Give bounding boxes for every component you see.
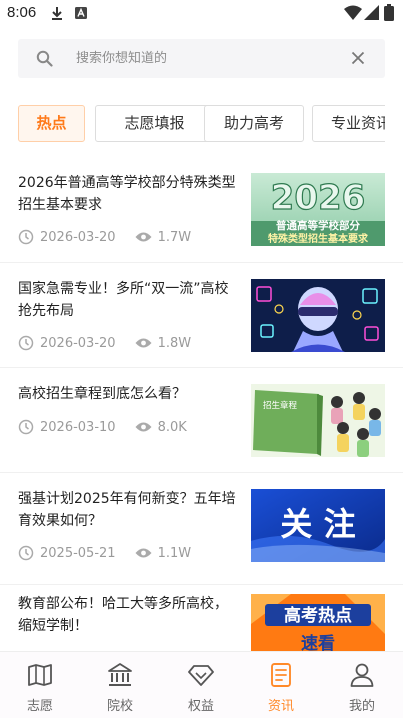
search-icon: [36, 50, 53, 67]
nav-label: 院校: [106, 699, 133, 714]
eye-icon: [135, 338, 152, 348]
thumb-line2: 特殊类型招生基本要求: [268, 232, 369, 245]
clock-icon: [18, 545, 34, 561]
news-views: 1.7W: [157, 229, 192, 245]
eye-icon: [135, 232, 152, 242]
attention-banner-image: 关 注: [251, 489, 385, 562]
search-bar[interactable]: [18, 39, 385, 78]
wifi-icon: [344, 5, 362, 20]
status-bar: 8:06: [0, 0, 403, 26]
thumb-attention-text: 关 注: [280, 505, 355, 543]
news-date: 2026-03-20: [40, 229, 116, 245]
eye-icon: [135, 422, 152, 432]
clock-icon: [18, 419, 34, 435]
thumb-hot-title: 高考热点: [284, 605, 352, 626]
eye-icon: [135, 548, 152, 558]
bottom-navigation: 志愿 院校 权益 资讯 我的: [0, 651, 403, 718]
news-item[interactable]: 国家急需专业！多所“双一流”高校抢先布局 2026-03-20 1.8W: [0, 263, 403, 368]
news-views: 1.1W: [157, 545, 192, 561]
nav-news[interactable]: 资讯: [241, 652, 321, 718]
book-label: 招生章程: [263, 400, 298, 411]
nav-profile[interactable]: 我的: [322, 652, 402, 718]
ai-robot-image: [251, 279, 385, 352]
book-map-icon: [28, 664, 52, 686]
nav-label: 权益: [187, 699, 214, 714]
category-tabs: 热点 志愿填报 助力高考 专业资讯: [18, 105, 385, 142]
news-title: 高校招生章程到底怎么看？: [18, 386, 186, 402]
news-title: 强基计划2025年有何新变？五年培育效果如何？: [18, 491, 236, 529]
news-thumbnail: 2026 普通高等学校部分 特殊类型招生基本要求: [251, 173, 385, 246]
search-input[interactable]: [76, 39, 336, 78]
news-views: 1.8W: [157, 335, 192, 351]
news-title: 教育部公布！哈工大等多所高校，缩短学制！: [18, 596, 228, 634]
nav-volunteer[interactable]: 志愿: [0, 652, 80, 718]
news-date: 2026-03-10: [40, 419, 116, 435]
tab-major-news[interactable]: 专业资讯: [312, 105, 385, 142]
nav-label: 我的: [348, 699, 375, 714]
news-meta: 2026-03-20 1.8W: [18, 334, 191, 352]
news-item[interactable]: 2026年普通高等学校部分特殊类型招生基本要求 2026-03-20 1.7W: [0, 158, 403, 263]
thumb-year: 2026: [271, 178, 366, 218]
download-icon: [52, 7, 62, 20]
close-icon[interactable]: [351, 51, 365, 65]
app-notification-icon: [75, 7, 87, 19]
news-title: 国家急需专业！多所“双一流”高校抢先布局: [18, 281, 229, 319]
user-icon: [350, 663, 374, 687]
news-meta: 2025-05-21 1.1W: [18, 544, 191, 562]
admission-book-image: 招生章程: [251, 384, 385, 457]
battery-icon: [384, 4, 394, 21]
news-item[interactable]: 高校招生章程到底怎么看？ 2026-03-10 8.0K 招生章程: [0, 368, 403, 473]
tab-hot[interactable]: 热点: [18, 105, 85, 142]
diamond-icon: [188, 665, 214, 686]
news-date: 2026-03-20: [40, 335, 116, 351]
app-screen: 8:06 热点 志愿填报 助力高: [0, 0, 403, 718]
nav-label: 资讯: [267, 699, 294, 714]
news-title: 2026年普通高等学校部分特殊类型招生基本要求: [18, 175, 236, 213]
nav-label: 志愿: [26, 699, 53, 714]
clock-icon: [18, 229, 34, 245]
thumb-line1: 普通高等学校部分: [276, 219, 360, 232]
signal-icon: [364, 5, 379, 20]
news-meta: 2026-03-20 1.7W: [18, 228, 191, 246]
status-time: 8:06: [7, 4, 37, 21]
nav-university[interactable]: 院校: [80, 652, 160, 718]
news-views: 8.0K: [157, 419, 187, 435]
tab-application-filling[interactable]: 志愿填报: [95, 105, 214, 142]
tab-exam-help[interactable]: 助力高考: [204, 105, 304, 142]
clock-icon: [18, 335, 34, 351]
news-doc-icon: [271, 663, 291, 687]
news-meta: 2026-03-10 8.0K: [18, 418, 187, 436]
university-icon: [108, 663, 132, 686]
news-date: 2025-05-21: [40, 545, 116, 561]
nav-benefits[interactable]: 权益: [161, 652, 241, 718]
news-item[interactable]: 强基计划2025年有何新变？五年培育效果如何？ 2025-05-21 1.1W: [0, 473, 403, 585]
